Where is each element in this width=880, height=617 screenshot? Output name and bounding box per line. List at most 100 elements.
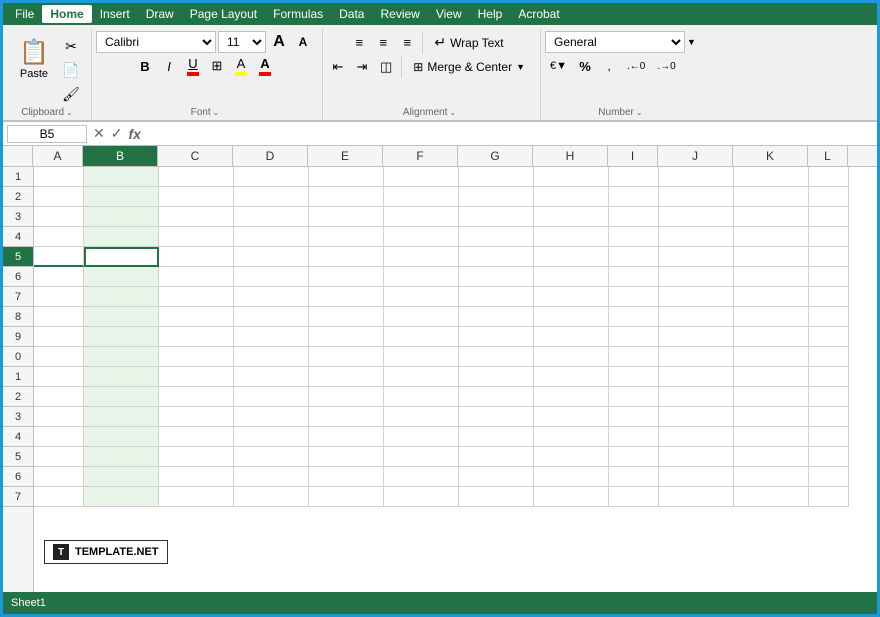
cell-e4[interactable]	[309, 227, 384, 247]
cell-l11[interactable]	[809, 367, 849, 387]
menu-view[interactable]: View	[428, 5, 470, 23]
cell-b13[interactable]	[84, 407, 159, 427]
cell-f10[interactable]	[384, 347, 459, 367]
col-header-j[interactable]: J	[658, 146, 733, 166]
align-right-button[interactable]: ≡	[396, 32, 418, 54]
cell-a9[interactable]	[34, 327, 84, 347]
cell-e10[interactable]	[309, 347, 384, 367]
number-expand-icon[interactable]: ⌄	[636, 108, 643, 117]
row-header-16[interactable]: 6	[3, 467, 33, 487]
cell-l9[interactable]	[809, 327, 849, 347]
fill-color-button[interactable]: A	[230, 55, 252, 77]
sheet-tab[interactable]: Sheet1	[11, 597, 46, 609]
align-center-button[interactable]: ≡	[372, 32, 394, 54]
cell-d4[interactable]	[234, 227, 309, 247]
cell-l17[interactable]	[809, 487, 849, 507]
accounting-format-button[interactable]: €▼	[545, 55, 572, 77]
cell-a17[interactable]	[34, 487, 84, 507]
col-header-g[interactable]: G	[458, 146, 533, 166]
cell-b8[interactable]	[84, 307, 159, 327]
cell-c1[interactable]	[159, 167, 234, 187]
cell-j9[interactable]	[659, 327, 734, 347]
cell-f3[interactable]	[384, 207, 459, 227]
cell-l7[interactable]	[809, 287, 849, 307]
row-header-9[interactable]: 9	[3, 327, 33, 347]
cell-l1[interactable]	[809, 167, 849, 187]
cell-c4[interactable]	[159, 227, 234, 247]
menu-review[interactable]: Review	[372, 5, 427, 23]
cell-h5[interactable]	[534, 247, 609, 267]
cell-k9[interactable]	[734, 327, 809, 347]
cell-d7[interactable]	[234, 287, 309, 307]
row-header-2[interactable]: 2	[3, 187, 33, 207]
row-header-6[interactable]: 6	[3, 267, 33, 287]
cell-b4[interactable]	[84, 227, 159, 247]
cell-b15[interactable]	[84, 447, 159, 467]
corner-cell[interactable]	[3, 146, 33, 166]
cell-h11[interactable]	[534, 367, 609, 387]
wrap-text-button[interactable]: ↵ Wrap Text	[427, 31, 510, 54]
cell-b17[interactable]	[84, 487, 159, 507]
cell-j7[interactable]	[659, 287, 734, 307]
cell-d9[interactable]	[234, 327, 309, 347]
cell-e13[interactable]	[309, 407, 384, 427]
cell-a8[interactable]	[34, 307, 84, 327]
cell-a14[interactable]	[34, 427, 84, 447]
cell-e15[interactable]	[309, 447, 384, 467]
cell-g6[interactable]	[459, 267, 534, 287]
cell-j14[interactable]	[659, 427, 734, 447]
name-box[interactable]	[7, 125, 87, 143]
cell-f15[interactable]	[384, 447, 459, 467]
cell-g8[interactable]	[459, 307, 534, 327]
cell-k10[interactable]	[734, 347, 809, 367]
cell-f11[interactable]	[384, 367, 459, 387]
merge-dropdown-icon[interactable]: ▼	[516, 62, 525, 72]
cell-a12[interactable]	[34, 387, 84, 407]
cell-b1[interactable]	[84, 167, 159, 187]
menu-acrobat[interactable]: Acrobat	[510, 5, 567, 23]
cell-i3[interactable]	[609, 207, 659, 227]
cell-c3[interactable]	[159, 207, 234, 227]
cell-j8[interactable]	[659, 307, 734, 327]
cell-f16[interactable]	[384, 467, 459, 487]
cell-j3[interactable]	[659, 207, 734, 227]
row-header-10[interactable]: 0	[3, 347, 33, 367]
cell-k14[interactable]	[734, 427, 809, 447]
row-header-1[interactable]: 1	[3, 167, 33, 187]
row-header-8[interactable]: 8	[3, 307, 33, 327]
cell-g1[interactable]	[459, 167, 534, 187]
cell-e12[interactable]	[309, 387, 384, 407]
cell-g12[interactable]	[459, 387, 534, 407]
number-format-selector[interactable]: General	[545, 31, 685, 53]
percent-button[interactable]: %	[574, 55, 596, 77]
cell-g16[interactable]	[459, 467, 534, 487]
row-header-17[interactable]: 7	[3, 487, 33, 507]
cell-g14[interactable]	[459, 427, 534, 447]
row-header-12[interactable]: 2	[3, 387, 33, 407]
col-header-i[interactable]: I	[608, 146, 658, 166]
cell-l14[interactable]	[809, 427, 849, 447]
cell-g2[interactable]	[459, 187, 534, 207]
cell-l2[interactable]	[809, 187, 849, 207]
cell-b2[interactable]	[84, 187, 159, 207]
cut-button[interactable]: ✂	[59, 35, 83, 57]
cell-i16[interactable]	[609, 467, 659, 487]
cell-c8[interactable]	[159, 307, 234, 327]
cell-i8[interactable]	[609, 307, 659, 327]
cancel-icon[interactable]: ✕	[91, 125, 107, 142]
cell-e9[interactable]	[309, 327, 384, 347]
row-header-15[interactable]: 5	[3, 447, 33, 467]
row-header-3[interactable]: 3	[3, 207, 33, 227]
cell-l16[interactable]	[809, 467, 849, 487]
cell-h14[interactable]	[534, 427, 609, 447]
cell-c9[interactable]	[159, 327, 234, 347]
cell-f4[interactable]	[384, 227, 459, 247]
indent-decrease-button[interactable]: ⇤	[327, 56, 349, 78]
font-color-button[interactable]: A	[254, 55, 276, 77]
cell-a11[interactable]	[34, 367, 84, 387]
cell-e14[interactable]	[309, 427, 384, 447]
menu-page-layout[interactable]: Page Layout	[182, 5, 265, 23]
format-painter-button[interactable]: 🖌	[59, 83, 83, 105]
cell-k2[interactable]	[734, 187, 809, 207]
cell-c17[interactable]	[159, 487, 234, 507]
